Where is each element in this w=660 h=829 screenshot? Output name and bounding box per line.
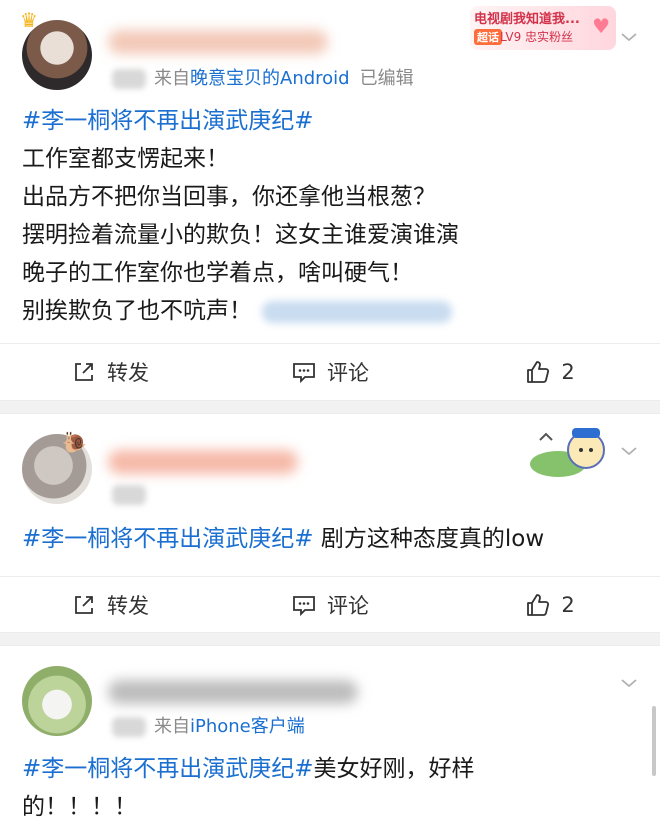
topic-link[interactable]: #李一桐将不再出演武庚纪# [22,756,314,782]
content-text: 剧方这种态度真的low [313,526,545,552]
source-prefix: 来自 [154,68,190,89]
snail-icon: 🐌 [62,430,87,454]
share-icon [75,596,93,614]
repost-button[interactable]: 转发 [0,344,220,400]
comment-icon [293,596,315,617]
post-1: ♛ 来自晚意宝贝的Android 已编辑 电视剧我知道我... 超话 LV9 忠实… [0,0,660,400]
post-2: 🐌 #李一桐将不再出演武庚纪# 剧方这种态度真的low 转发 评论 2 [0,414,660,632]
like-count: 2 [561,593,575,617]
content-line: 晚子的工作室你也学着点，啥叫硬气！ [22,260,413,286]
badge-level: LV9 忠实粉丝 [500,30,574,44]
action-bar: 转发 评论 2 [0,576,660,633]
post-content: #李一桐将不再出演武庚纪# 剧方这种态度真的low [22,520,638,558]
comment-label: 评论 [327,361,369,385]
comment-label: 评论 [327,594,369,618]
username-blurred[interactable] [108,680,358,704]
share-icon [75,363,93,381]
time-blurred [112,69,146,89]
comment-button[interactable]: 评论 [220,344,440,400]
time-blurred [112,717,146,737]
repost-label: 转发 [107,594,149,618]
chevron-down-icon[interactable] [620,442,638,460]
content-line: 出品方不把你当回事，你还拿他当根葱？ [22,184,436,210]
username-blurred[interactable] [108,450,298,474]
supertopic-badge[interactable]: 电视剧我知道我... 超话 LV9 忠实粉丝 ♥ [470,6,616,50]
thumbs-up-icon [527,594,550,616]
scrollbar[interactable] [652,706,656,776]
heart-icon: ♥ [592,14,610,38]
content-text: 的！！！！ [22,794,137,820]
repost-label: 转发 [107,361,149,385]
edited-label: 已编辑 [359,68,414,89]
post-separator [0,400,660,414]
post-separator [0,632,660,646]
badge-title: 电视剧我知道我... [474,12,580,27]
post-content: #李一桐将不再出演武庚纪#美女好刚，好样 的！！！！ [22,750,638,826]
crown-icon: ♛ [20,8,38,32]
like-button[interactable]: 2 [440,577,660,633]
topic-link[interactable]: #李一桐将不再出演武庚纪# [22,102,638,140]
content-text: 美女好刚，好样 [313,756,475,782]
comment-icon [293,363,315,384]
content-line: 摆明捡着流量小的欺负！这女主谁爱演谁演 [22,222,459,248]
blurred-text [262,300,452,323]
content-line: 别挨欺负了也不吭声！ [22,292,638,330]
chevron-down-icon[interactable] [620,674,638,692]
repost-button[interactable]: 转发 [0,577,220,633]
thumbs-up-icon [527,361,550,383]
source-link[interactable]: 晚意宝贝的Android [190,68,350,89]
content-line: 工作室都支愣起来！ [22,146,229,172]
like-count: 2 [561,360,575,384]
post-3: 来自iPhone客户端 #李一桐将不再出演武庚纪#美女好刚，好样 的！！！！ [0,646,660,829]
source-prefix: 来自 [154,716,190,737]
chevron-down-icon[interactable] [620,28,638,46]
time-blurred [112,485,146,505]
badge-tag: 超话 [474,29,502,45]
mascot-sticker [530,428,605,477]
post-meta: 来自晚意宝贝的Android 已编辑 [112,64,414,90]
post-meta [112,484,154,505]
post-meta: 来自iPhone客户端 [112,712,305,738]
action-bar: 转发 评论 2 [0,343,660,400]
post-content: #李一桐将不再出演武庚纪# 工作室都支愣起来！ 出品方不把你当回事，你还拿他当根… [22,102,638,330]
topic-link[interactable]: #李一桐将不再出演武庚纪# [22,526,314,552]
source-link[interactable]: iPhone客户端 [190,716,305,737]
avatar[interactable] [22,666,92,736]
username-blurred[interactable] [108,30,328,54]
like-button[interactable]: 2 [440,344,660,400]
comment-button[interactable]: 评论 [220,577,440,633]
